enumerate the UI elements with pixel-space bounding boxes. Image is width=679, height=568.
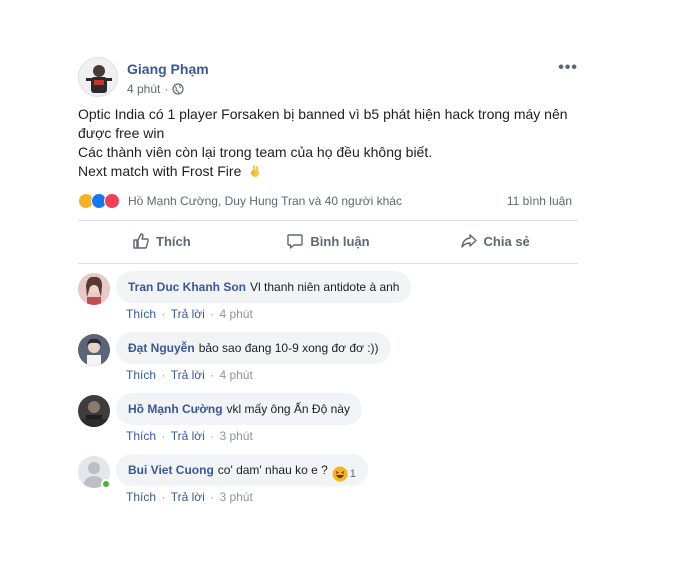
comment-links: Thích · Trả lời · 4 phút [126, 368, 253, 382]
commenter-name[interactable]: Hồ Mạnh Cường [128, 401, 223, 417]
ok-hand-emoji-icon [251, 165, 260, 177]
reaction-icons [78, 193, 120, 209]
comment-bubble: Đạt Nguyễn bảo sao đang 10-9 xong đơ đơ … [116, 332, 391, 364]
divider [78, 263, 578, 264]
comment-reaction[interactable]: 1 [332, 466, 356, 482]
globe-icon [172, 83, 184, 95]
share-icon [460, 234, 477, 248]
comment-text: bảo sao đang 10-9 xong đơ đơ :)) [198, 341, 379, 355]
more-options-icon[interactable]: ••• [558, 59, 578, 77]
comment-reply-link[interactable]: Trả lời [171, 490, 205, 504]
comment-count[interactable]: 11 bình luận [507, 194, 572, 208]
comment-reaction-count: 1 [349, 468, 356, 480]
reaction-names[interactable]: Hồ Mạnh Cường, Duy Hung Tran và 40 người… [128, 194, 402, 208]
author-name[interactable]: Giang Phạm [127, 61, 209, 77]
comment-time[interactable]: 4 phút [219, 368, 252, 382]
post-time[interactable]: 4 phút [127, 82, 160, 96]
post-text-line: Next match with Frost Fire [78, 162, 578, 181]
comment-time[interactable]: 4 phút [219, 307, 252, 321]
comment-button[interactable]: Bình luận [245, 226, 412, 256]
like-button[interactable]: Thích [78, 226, 245, 256]
thumbs-up-icon [133, 233, 149, 249]
online-status-indicator [101, 479, 111, 489]
share-button[interactable]: Chia sẻ [411, 226, 578, 256]
commenter-name[interactable]: Bui Viet Cuong [128, 462, 214, 478]
commenter-avatar[interactable] [78, 273, 110, 305]
comment-like-link[interactable]: Thích [126, 368, 156, 382]
commenter-name[interactable]: Tran Duc Khanh Son [128, 279, 246, 295]
comment-time[interactable]: 3 phút [219, 429, 252, 443]
comment-links: Thích · Trả lời · 3 phút [126, 429, 253, 443]
love-icon [104, 193, 120, 209]
comment-like-link[interactable]: Thích [126, 429, 156, 443]
commenter-avatar[interactable] [78, 395, 110, 427]
post-text-line: Các thành viên còn lại trong team của họ… [78, 144, 433, 160]
comment-reply-link[interactable]: Trả lời [171, 429, 205, 443]
comment-item: Bui Viet Cuong co' dam' nhau ko e ? 1 Th… [78, 452, 578, 513]
comment-bubble: Tran Duc Khanh Son Vl thanh niên antidot… [116, 271, 412, 303]
comment-like-link[interactable]: Thích [126, 490, 156, 504]
comment-bubble: Hồ Mạnh Cường vkl mấy ông Ấn Độ này [116, 393, 362, 425]
post-text-line: Optic India có 1 player Forsaken bị bann… [78, 106, 568, 122]
action-bar: Thích Bình luận Chia sẻ [78, 226, 578, 256]
post-text-line: được free win [78, 125, 165, 141]
comment-list: Tran Duc Khanh Son Vl thanh niên antidot… [78, 269, 578, 513]
comment-item: Hồ Mạnh Cường vkl mấy ông Ấn Độ này Thíc… [78, 391, 578, 452]
post-meta: 4 phút · [127, 82, 184, 96]
comment-button-label: Bình luận [310, 233, 370, 249]
reactions-bar[interactable]: Hồ Mạnh Cường, Duy Hung Tran và 40 người… [78, 191, 578, 211]
comment-links: Thích · Trả lời · 4 phút [126, 307, 253, 321]
comment-item: Đạt Nguyễn bảo sao đang 10-9 xong đơ đơ … [78, 330, 578, 391]
like-button-label: Thích [156, 233, 191, 249]
comment-reply-link[interactable]: Trả lời [171, 368, 205, 382]
comment-text: co' dam' nhau ko e ? [217, 463, 328, 477]
divider [78, 220, 578, 221]
comment-bubble: Bui Viet Cuong co' dam' nhau ko e ? 1 [116, 454, 368, 486]
comment-text: Vl thanh niên antidote à anh [250, 280, 400, 294]
share-button-label: Chia sẻ [483, 233, 530, 249]
post-text: Optic India có 1 player Forsaken bị bann… [78, 105, 578, 181]
comment-item: Tran Duc Khanh Son Vl thanh niên antidot… [78, 269, 578, 330]
commenter-avatar[interactable] [78, 334, 110, 366]
comment-time[interactable]: 3 phút [219, 490, 252, 504]
post-header: Giang Phạm 4 phút · ••• [78, 57, 578, 99]
haha-icon [332, 466, 348, 482]
comment-reply-link[interactable]: Trả lời [171, 307, 205, 321]
comment-like-link[interactable]: Thích [126, 307, 156, 321]
comment-icon [287, 234, 304, 249]
comment-links: Thích · Trả lời · 3 phút [126, 490, 253, 504]
comment-text: vkl mấy ông Ấn Độ này [226, 402, 350, 416]
author-avatar[interactable] [78, 57, 118, 97]
commenter-name[interactable]: Đạt Nguyễn [128, 340, 195, 356]
